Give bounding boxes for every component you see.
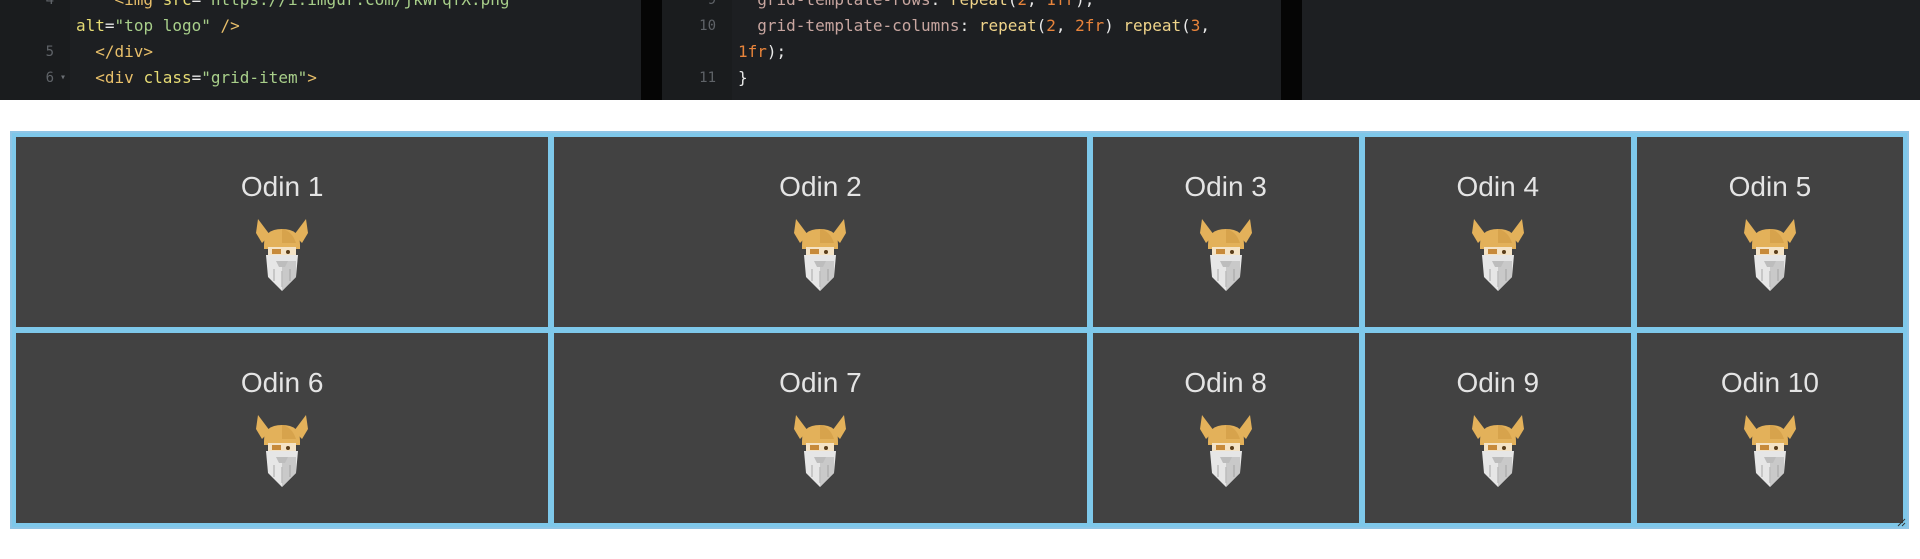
code-text: </div> (76, 39, 153, 65)
grid-item-title: Odin 7 (779, 367, 862, 398)
code-token: : (931, 0, 950, 9)
code-token: 2fr (1075, 16, 1105, 35)
code-token: : (959, 16, 979, 35)
code-token: , (1055, 16, 1076, 35)
code-token: </div> (95, 42, 154, 61)
code-token: = (104, 16, 115, 35)
html-editor-pane[interactable]: 4 <img src="https://i.imgur.com/jkWFqfX.… (0, 0, 641, 100)
grid-item-title: Odin 6 (240, 367, 324, 398)
code-token: ); (1075, 0, 1094, 9)
css-editor-pane[interactable]: 9 grid-template-rows: repeat(2, 1fr);10 … (662, 0, 1281, 100)
code-token: ( (1036, 16, 1047, 35)
odin-logo-icon (1199, 415, 1252, 487)
code-token: src (163, 0, 192, 9)
line-number: 6 (45, 70, 54, 86)
code-token: } (738, 68, 748, 87)
code-editor-strip: 4 <img src="https://i.imgur.com/jkWFqfX.… (0, 0, 1920, 100)
grid-item-title: Odin 2 (779, 171, 862, 202)
grid-item-title: Odin 5 (1728, 171, 1812, 202)
grid-container: Odin 1 Odin 2 Odin 3 Odin 4 Odin 5 Odin … (10, 131, 1909, 529)
code-token: "grid-item" (201, 68, 308, 87)
grid-item: Odin 7 (554, 333, 1087, 523)
code-token: ( (1181, 16, 1191, 35)
code-token: 3 (1190, 16, 1201, 35)
code-token: 2 (1046, 16, 1056, 35)
code-token: , (1200, 16, 1211, 35)
js-editor-pane[interactable] (1302, 0, 1920, 100)
odin-logo-icon (794, 415, 847, 487)
code-token: ); (766, 42, 787, 61)
code-token: class (143, 68, 192, 87)
odin-logo-icon (1199, 219, 1252, 291)
code-token: "https://i.imgur.com/jkWFqfX.png" (201, 0, 519, 9)
code-token: > (307, 68, 317, 87)
code-token: grid-template-columns (757, 16, 960, 35)
code-text: 1fr); (738, 39, 786, 65)
code-text: <div class="grid-item"> (76, 65, 317, 91)
fold-arrow-icon[interactable]: ▾ (60, 65, 66, 91)
code-token: = (191, 68, 202, 87)
code-token: repeat (1123, 16, 1182, 35)
grid-item: Odin 1 (16, 137, 549, 327)
line-number: 10 (699, 18, 716, 34)
grid-item: Odin 3 (1092, 137, 1359, 327)
code-token: grid-template-rows (757, 0, 930, 9)
grid-item: Odin 10 (1636, 333, 1903, 523)
code-token: repeat (978, 16, 1037, 35)
line-number: 9 (707, 0, 716, 8)
code-text: <img src="https://i.imgur.com/jkWFqfX.pn… (76, 0, 520, 13)
code-token: "top logo" (114, 16, 211, 35)
line-number: 5 (45, 44, 54, 60)
odin-logo-icon (1743, 219, 1796, 291)
odin-logo-icon (1743, 415, 1796, 487)
code-text: alt="top logo" /> (76, 13, 240, 39)
resize-handle-icon[interactable] (1896, 517, 1906, 527)
code-token: repeat (950, 0, 1008, 9)
odin-logo-icon (1471, 415, 1524, 487)
line-number: 4 (45, 0, 54, 8)
grid-item-title: Odin 1 (240, 171, 324, 202)
grid-item: Odin 2 (554, 137, 1087, 327)
code-token: /> (210, 16, 240, 35)
code-text: grid-template-rows: repeat(2, 1fr); (738, 0, 1094, 13)
code-text: } (738, 65, 748, 91)
code-token: , (1027, 0, 1046, 9)
code-token: ( (1008, 0, 1018, 9)
code-text: grid-template-columns: repeat(2, 2fr) re… (738, 13, 1210, 39)
code-token: 1fr (1046, 0, 1075, 9)
grid-item-title: Odin 9 (1456, 367, 1540, 398)
odin-logo-icon (256, 415, 309, 487)
grid-item-title: Odin 4 (1456, 171, 1540, 202)
odin-logo-icon (256, 219, 309, 291)
odin-logo-icon (1471, 219, 1524, 291)
code-token: <div (95, 68, 144, 87)
grid-item: Odin 5 (1636, 137, 1903, 327)
code-token: <img (115, 0, 163, 9)
line-number: 11 (699, 70, 716, 86)
code-token: alt (76, 16, 105, 35)
code-token: 1fr (738, 42, 767, 61)
grid-item-title: Odin 3 (1184, 171, 1267, 202)
grid-item-title: Odin 10 (1720, 367, 1819, 398)
code-token: ) (1104, 16, 1124, 35)
grid-item: Odin 6 (16, 333, 549, 523)
grid-item: Odin 9 (1364, 333, 1631, 523)
grid-item: Odin 4 (1364, 137, 1631, 327)
odin-logo-icon (794, 219, 847, 291)
grid-item-title: Odin 8 (1184, 367, 1267, 398)
grid-item: Odin 8 (1092, 333, 1359, 523)
code-token: = (192, 0, 202, 9)
code-token: 2 (1017, 0, 1027, 9)
